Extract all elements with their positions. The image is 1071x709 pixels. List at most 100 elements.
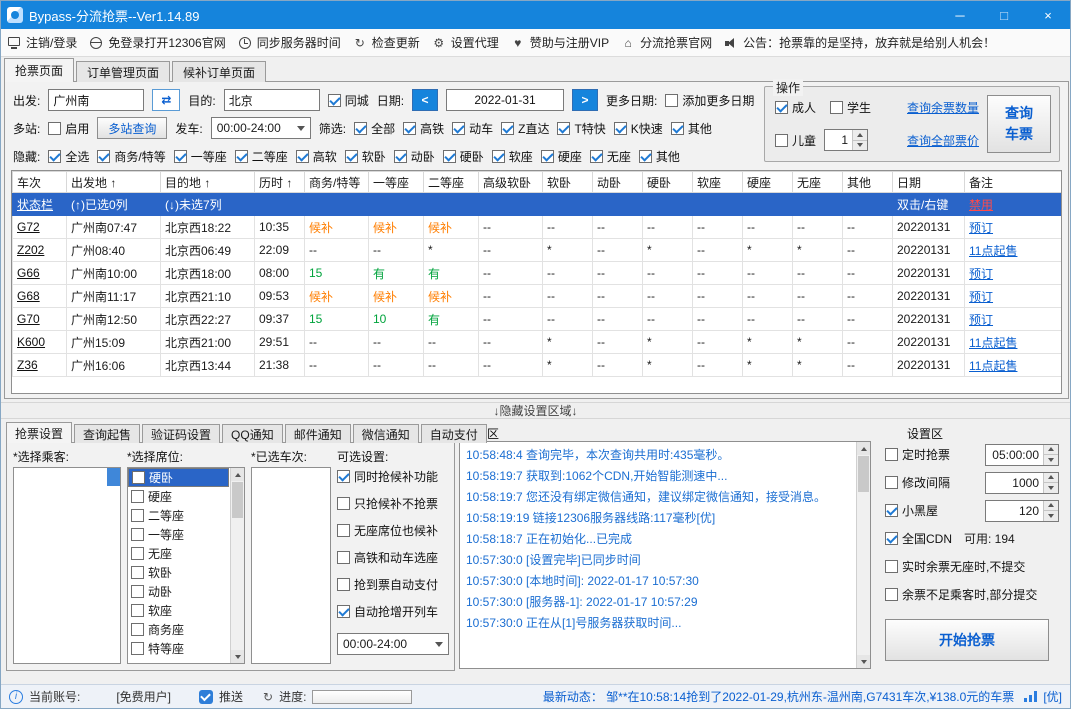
train-link[interactable]: G72	[17, 220, 40, 234]
train-link[interactable]: K600	[17, 335, 45, 349]
hide-column-checkbox[interactable]: 一等座	[173, 148, 227, 165]
seat-option[interactable]: 动卧	[128, 582, 229, 601]
minimize-button[interactable]: ─	[938, 1, 982, 29]
adult-checkbox[interactable]: 成人	[775, 99, 816, 116]
query-tickets-button[interactable]: 查询 车票	[987, 95, 1051, 153]
column-header[interactable]: 一等座	[368, 171, 424, 193]
spin-down-icon[interactable]	[1044, 454, 1058, 465]
push-label[interactable]: 推送	[219, 688, 243, 705]
remark-link[interactable]: 11点起售	[969, 244, 1017, 258]
table-row[interactable]: Z36 广州16:06 北京西13:44 21:38 -- -- -- -- *…	[12, 353, 1061, 377]
settings-tab[interactable]: 抢票设置	[6, 422, 73, 443]
column-header[interactable]: 硬座	[742, 171, 793, 193]
column-header[interactable]: 日期	[892, 171, 965, 193]
hide-column-checkbox[interactable]: 软卧	[344, 148, 386, 165]
option-checkbox[interactable]: 无座席位也候补	[337, 521, 453, 540]
column-header[interactable]: 软卧	[542, 171, 593, 193]
setting-checkbox[interactable]: 修改间隔	[885, 474, 950, 491]
hide-column-checkbox[interactable]: 全选	[48, 148, 89, 165]
seat-option[interactable]: 二等座	[128, 506, 229, 525]
scrollbar-thumb[interactable]	[107, 468, 120, 486]
column-header[interactable]: 目的地 ↑	[160, 171, 255, 193]
table-row[interactable]: G72 广州南07:47 北京西18:22 10:35 候补 候补 候补 -- …	[12, 215, 1061, 239]
toolbar-item[interactable]: ♥ 赞助与注册VIP	[511, 34, 609, 51]
spin-up-icon[interactable]	[1044, 500, 1058, 510]
spin-up-icon[interactable]	[1044, 472, 1058, 482]
maximize-button[interactable]: □	[982, 1, 1026, 29]
remark-link[interactable]: 预订	[969, 290, 993, 304]
remark-link[interactable]: 11点起售	[969, 336, 1017, 350]
scroll-up-icon[interactable]	[231, 468, 244, 481]
setting-checkbox[interactable]: 余票不足乘客时,部分提交	[885, 586, 1037, 603]
main-tab[interactable]: 抢票页面	[4, 58, 75, 82]
train-link[interactable]: Z202	[17, 243, 44, 257]
swap-stations-button[interactable]: ⇄	[152, 89, 181, 111]
option-checkbox[interactable]: 只抢候补不抢票	[337, 494, 453, 513]
close-button[interactable]: ×	[1026, 1, 1070, 29]
main-tab[interactable]: 候补订单页面	[172, 61, 267, 82]
setting-checkbox[interactable]: 实时余票无座时,不提交	[885, 558, 1025, 575]
train-link[interactable]: Z36	[17, 358, 38, 372]
hide-column-checkbox[interactable]: 高软	[295, 148, 337, 165]
spin-down-icon[interactable]	[1044, 510, 1058, 521]
toolbar-item[interactable]: 注销/登录	[7, 34, 77, 51]
multi-station-query-button[interactable]: 多站查询	[97, 117, 168, 139]
remark-link[interactable]: 预订	[969, 221, 993, 235]
hide-column-checkbox[interactable]: 硬座	[540, 148, 582, 165]
next-date-button[interactable]: >	[572, 89, 599, 111]
setting-checkbox[interactable]: 定时抢票	[885, 446, 950, 463]
seat-option[interactable]: 软座	[128, 601, 229, 620]
setting-spinner[interactable]: 05:00:00	[985, 443, 1059, 466]
scroll-up-icon[interactable]	[857, 442, 870, 455]
seat-option[interactable]: 商务座	[128, 620, 229, 639]
toolbar-item[interactable]: 免登录打开12306官网	[89, 34, 226, 51]
child-checkbox[interactable]: 儿童	[775, 132, 816, 149]
query-price-link[interactable]: 查询全部票价	[907, 132, 979, 149]
setting-checkbox[interactable]: 小黑屋	[885, 502, 938, 519]
seat-option[interactable]: 一等座	[128, 525, 229, 544]
column-header[interactable]: 动卧	[592, 171, 643, 193]
column-header[interactable]: 车次	[12, 171, 67, 193]
toolbar-item[interactable]: ⚙ 设置代理	[432, 34, 498, 51]
column-header[interactable]: 高级软卧	[478, 171, 543, 193]
toolbar-item[interactable]: ⌂ 分流抢票官网	[621, 34, 712, 51]
toolbar-item[interactable]: ↻ 检查更新	[353, 34, 420, 51]
hide-column-checkbox[interactable]: 无座	[589, 148, 631, 165]
settings-tab[interactable]: 邮件通知	[284, 424, 351, 443]
seat-list[interactable]: 硬卧 硬座 二等座 一等座 无座 软卧 动卧 软座 商务座 特等座	[127, 467, 245, 664]
main-tab[interactable]: 订单管理页面	[76, 61, 171, 82]
seat-option[interactable]: 软卧	[128, 563, 229, 582]
seat-option[interactable]: 硬座	[128, 487, 229, 506]
hide-column-checkbox[interactable]: 二等座	[234, 148, 288, 165]
column-header[interactable]: 历时 ↑	[254, 171, 305, 193]
train-link[interactable]: 状态栏	[17, 198, 53, 212]
train-type-checkbox[interactable]: 高铁	[403, 120, 444, 137]
train-type-checkbox[interactable]: K快速	[613, 120, 663, 137]
spin-up-icon[interactable]	[1044, 444, 1058, 454]
child-count-spinner[interactable]: 1	[824, 129, 869, 151]
column-header[interactable]: 无座	[792, 171, 843, 193]
table-row[interactable]: K600 广州15:09 北京西21:00 29:51 -- -- -- -- …	[12, 330, 1061, 354]
seat-option[interactable]: 无座	[128, 544, 229, 563]
toolbar-item[interactable]: 同步服务器时间	[238, 34, 341, 51]
settings-tab[interactable]: 验证码设置	[142, 424, 221, 443]
student-checkbox[interactable]: 学生	[830, 99, 871, 116]
depart-time-select[interactable]: 00:00-24:00	[210, 117, 311, 139]
table-row[interactable]: Z202 广州08:40 北京西06:49 22:09 -- -- * -- *…	[12, 238, 1061, 262]
date-input[interactable]	[446, 89, 565, 111]
table-row[interactable]: G68 广州南11:17 北京西21:10 09:53 候补 候补 候补 -- …	[12, 284, 1061, 308]
column-header[interactable]: 备注	[964, 171, 1061, 193]
setting-spinner[interactable]: 1000	[985, 471, 1059, 494]
train-type-checkbox[interactable]: Z直达	[501, 120, 549, 137]
toolbar-item[interactable]: 公告：抢票靠的是坚持，放弃就是给别人机会！	[724, 34, 995, 51]
remark-link[interactable]: 禁用	[969, 198, 993, 212]
train-type-checkbox[interactable]: 全部	[354, 120, 395, 137]
hide-column-checkbox[interactable]: 硬卧	[442, 148, 484, 165]
spin-down-icon[interactable]	[853, 139, 868, 150]
option-checkbox[interactable]: 高铁和动车选座	[337, 548, 453, 567]
settings-tab[interactable]: QQ通知	[222, 424, 283, 443]
hide-column-checkbox[interactable]: 动卧	[393, 148, 435, 165]
start-grab-button[interactable]: 开始抢票	[885, 619, 1049, 661]
add-more-dates-checkbox[interactable]: 添加更多日期	[665, 92, 754, 109]
column-header[interactable]: 出发地 ↑	[66, 171, 161, 193]
